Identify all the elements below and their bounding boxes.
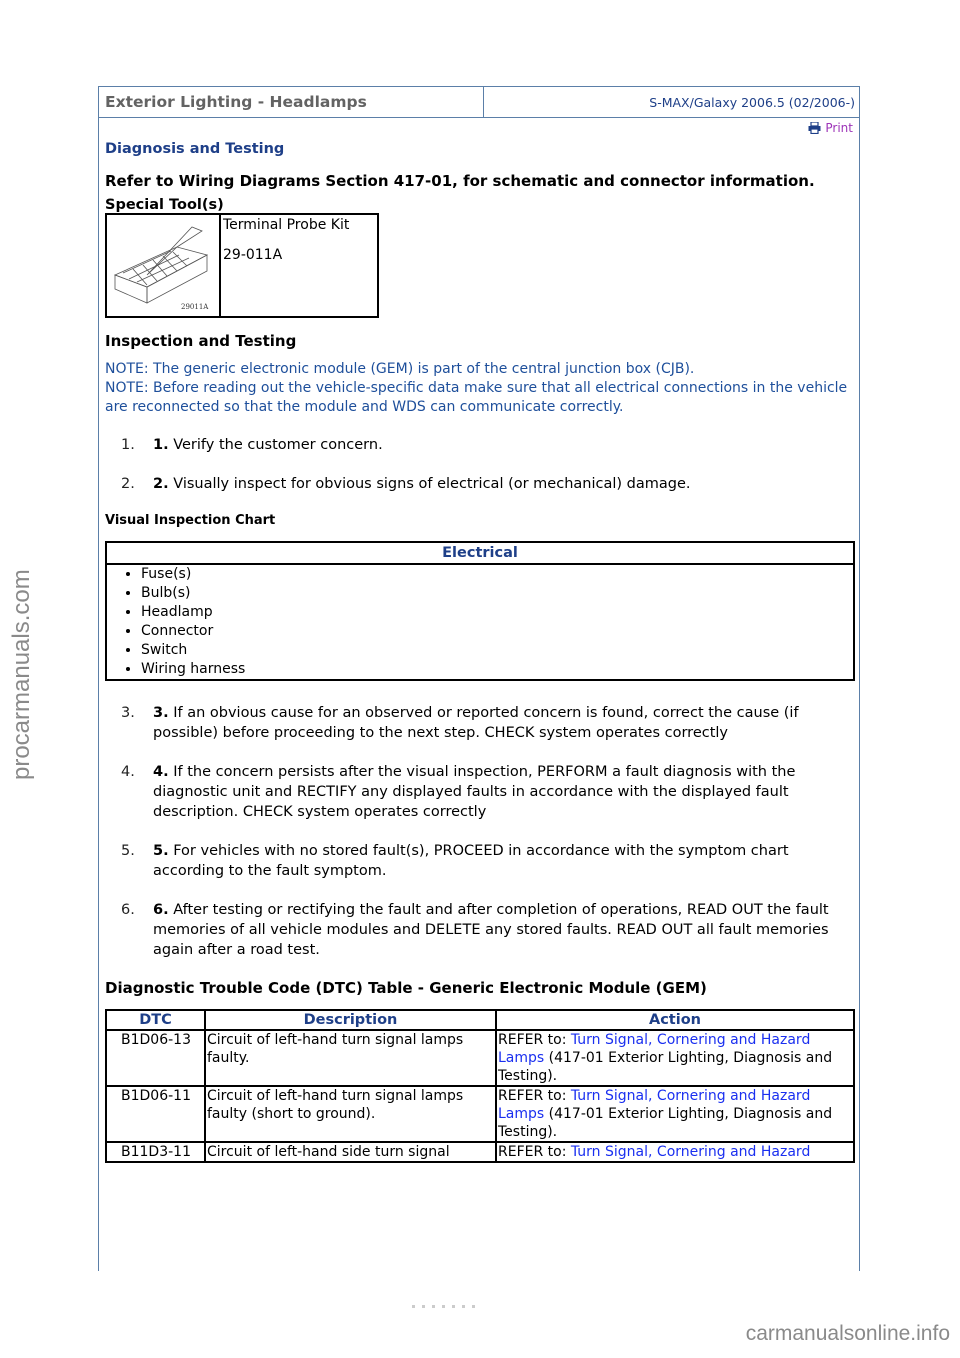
- action-prefix: REFER to:: [498, 1088, 571, 1104]
- dtc-code: B1D06-13: [105, 1029, 206, 1087]
- step-item: 1. 1. Verify the customer concern.: [105, 435, 855, 455]
- step-item: 5. 5. For vehicles with no stored fault(s…: [105, 841, 855, 881]
- step-item: 3. 3. If an obvious cause for an observed…: [105, 703, 855, 743]
- step-number: 3.: [121, 705, 135, 721]
- turn-signal-link[interactable]: Turn Signal, Cornering and Hazard: [571, 1144, 810, 1160]
- inspection-heading: Inspection and Testing: [105, 332, 297, 350]
- document-content: Diagnosis and Testing Refer to Wiring Di…: [105, 141, 855, 1163]
- model-label: S-MAX/Galaxy 2006.5 (02/2006-): [649, 94, 855, 110]
- step-number: 4.: [121, 764, 135, 780]
- table-row: B11D3-11 Circuit of left-hand side turn …: [105, 1141, 855, 1163]
- dtc-action: REFER to: Turn Signal, Cornering and Haz…: [495, 1029, 855, 1087]
- step-bold-number: 2.: [153, 476, 169, 492]
- wiring-diagram-reference: Refer to Wiring Diagrams Section 417-01,…: [105, 172, 815, 190]
- note-gem: NOTE: The generic electronic module (GEM…: [105, 361, 695, 377]
- probe-kit-image: 29011A: [107, 215, 219, 316]
- visual-inspection-table: Electrical Fuse(s) Bulb(s) Headlamp Conn…: [105, 541, 855, 681]
- dtc-action: REFER to: Turn Signal, Cornering and Haz…: [495, 1141, 855, 1163]
- tool-info-cell: Terminal Probe Kit 29-011A: [219, 213, 379, 318]
- action-prefix: REFER to:: [498, 1032, 571, 1048]
- watermark-bottom-right: carmanualsonline.info: [745, 1322, 950, 1345]
- table-row: B1D06-11 Circuit of left-hand turn signa…: [105, 1085, 855, 1143]
- watermark-left: procarmanuals.com: [8, 569, 35, 780]
- tool-image-label: 29011A: [181, 303, 209, 311]
- step-bold-number: 3.: [153, 705, 169, 721]
- list-item: Wiring harness: [141, 660, 853, 679]
- electrical-items-cell: Fuse(s) Bulb(s) Headlamp Connector Switc…: [105, 563, 855, 681]
- tool-image-cell: 29011A: [105, 213, 221, 318]
- step-bold-number: 5.: [153, 843, 169, 859]
- dtc-description: Circuit of left-hand turn signal lamps f…: [204, 1029, 497, 1087]
- step-text: If an obvious cause for an observed or r…: [153, 705, 799, 741]
- note-connections: NOTE: Before reading out the vehicle-spe…: [105, 380, 848, 415]
- step-number: 1.: [121, 437, 135, 453]
- document-header: Exterior Lighting - Headlamps S-MAX/Gala…: [99, 87, 859, 118]
- step-item: 2. 2. Visually inspect for obvious signs …: [105, 474, 855, 494]
- dtc-table: DTC Description Action B1D06-13 Circuit …: [105, 1009, 855, 1163]
- electrical-items-list: Fuse(s) Bulb(s) Headlamp Connector Switc…: [107, 565, 853, 679]
- dtc-description: Circuit of left-hand side turn signal: [204, 1141, 497, 1163]
- step-item: 4. 4. If the concern persists after the v…: [105, 762, 855, 822]
- action-suffix: (417-01 Exterior Lighting, Diagnosis and…: [498, 1050, 833, 1084]
- column-header-action: Action: [495, 1009, 855, 1031]
- action-suffix: (417-01 Exterior Lighting, Diagnosis and…: [498, 1106, 833, 1140]
- step-text: Verify the customer concern.: [168, 437, 383, 453]
- step-text: If the concern persists after the visual…: [153, 764, 796, 820]
- column-header-dtc: DTC: [105, 1009, 206, 1031]
- visual-inspection-heading: Visual Inspection Chart: [105, 513, 276, 528]
- step-number: 5.: [121, 843, 135, 859]
- tool-number: 29-011A: [223, 247, 283, 263]
- list-item: Fuse(s): [141, 565, 853, 584]
- action-prefix: REFER to:: [498, 1144, 571, 1160]
- table-row: B1D06-13 Circuit of left-hand turn signa…: [105, 1029, 855, 1087]
- print-button[interactable]: Print: [808, 121, 853, 135]
- step-bold-number: 4.: [153, 764, 169, 780]
- print-label: Print: [825, 121, 853, 135]
- steps-list-b: 3. 3. If an obvious cause for an observed…: [105, 703, 855, 960]
- page-footer-artifact: [412, 1305, 482, 1308]
- list-item: Connector: [141, 622, 853, 641]
- step-bold-number: 1.: [153, 437, 169, 453]
- step-text: Visually inspect for obvious signs of el…: [168, 476, 691, 492]
- step-bold-number: 6.: [153, 902, 169, 918]
- dtc-code: B1D06-11: [105, 1085, 206, 1143]
- document-frame: Exterior Lighting - Headlamps S-MAX/Gala…: [98, 86, 860, 1271]
- step-text: After testing or rectifying the fault an…: [153, 902, 829, 958]
- list-item: Headlamp: [141, 603, 853, 622]
- list-item: Bulb(s): [141, 584, 853, 603]
- column-header-description: Description: [204, 1009, 497, 1031]
- printer-icon: [808, 122, 821, 134]
- section-title: Diagnosis and Testing: [105, 141, 285, 157]
- special-tools-table: 29011A Terminal Probe Kit 29-011A: [105, 213, 379, 318]
- dtc-action: REFER to: Turn Signal, Cornering and Haz…: [495, 1085, 855, 1143]
- steps-list-a: 1. 1. Verify the customer concern. 2. 2. V…: [105, 435, 855, 494]
- tool-name: Terminal Probe Kit: [223, 217, 350, 233]
- dtc-description: Circuit of left-hand turn signal lamps f…: [204, 1085, 497, 1143]
- step-text: For vehicles with no stored fault(s), PR…: [153, 843, 789, 879]
- dtc-table-heading: Diagnostic Trouble Code (DTC) Table - Ge…: [105, 979, 707, 997]
- list-item: Switch: [141, 641, 853, 660]
- notes: NOTE: The generic electronic module (GEM…: [105, 360, 855, 417]
- step-number: 2.: [121, 476, 135, 492]
- dtc-code: B11D3-11: [105, 1141, 206, 1163]
- step-number: 6.: [121, 902, 135, 918]
- step-item: 6. 6. After testing or rectifying the fau…: [105, 900, 855, 960]
- special-tools-heading: Special Tool(s): [105, 197, 224, 213]
- page-title: Exterior Lighting - Headlamps: [99, 87, 484, 117]
- electrical-column-header: Electrical: [105, 541, 855, 565]
